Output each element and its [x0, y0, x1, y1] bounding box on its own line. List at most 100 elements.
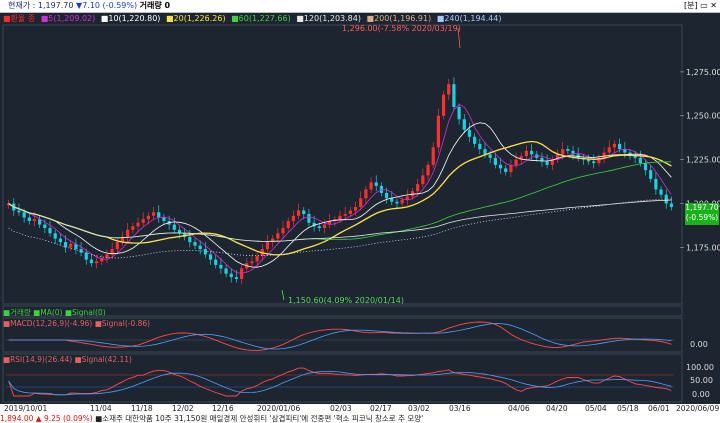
candle-body — [467, 129, 472, 137]
candle-body — [58, 238, 62, 243]
candle-body — [457, 106, 461, 120]
candle-body — [115, 242, 119, 250]
candle-body — [654, 178, 658, 190]
candle-body — [265, 242, 270, 250]
candle-body — [38, 219, 42, 225]
candle-body — [172, 224, 176, 230]
candle-body — [586, 159, 591, 162]
low-annotation-line — [281, 289, 285, 301]
candle-body — [136, 222, 140, 227]
candle-body — [612, 143, 617, 148]
date-label: 04/06 — [508, 404, 530, 413]
ticker-index-value: 1,894.00 ▲ — [0, 414, 42, 423]
candle-body — [188, 236, 192, 243]
candle-body — [473, 136, 477, 144]
candle-body — [63, 242, 68, 248]
candle-body — [229, 273, 233, 278]
rsi-marks — [6, 367, 674, 397]
candle-body — [17, 210, 21, 213]
candle-body — [529, 150, 534, 155]
date-label: 12/02 — [172, 404, 194, 413]
candle-body — [214, 259, 218, 265]
candle-body — [89, 259, 94, 264]
macd-legend: ■MACD(12,26,9)(-4.96) ■Signal(-0.86) — [3, 319, 151, 328]
candle-body — [431, 147, 435, 165]
candle-body — [95, 261, 99, 264]
candle-body — [504, 168, 508, 172]
candle-body — [281, 228, 285, 234]
date-label: 05/18 — [617, 404, 639, 413]
candle-body — [234, 277, 239, 279]
rsi-50-label: 50.00 — [690, 376, 713, 385]
price-tick-label: 1,275.00 — [686, 68, 720, 77]
candle-body — [633, 156, 637, 158]
rsi-legend: ■RSI(14,9)(26.44) ■Signal(42.11) — [3, 355, 132, 364]
rsi-100-label: 100.00 — [686, 363, 714, 372]
candle-body — [208, 254, 213, 260]
candle-body — [400, 199, 404, 204]
candle-body — [478, 143, 482, 150]
price-tick-label: 1,175.00 — [686, 243, 720, 252]
candle-body — [493, 157, 497, 165]
date-label: 02/17 — [370, 404, 392, 413]
date-label: 03/02 — [408, 404, 430, 413]
rsi-0-label: 0.00 — [692, 390, 710, 399]
candle-body — [131, 226, 135, 230]
ma20-line — [8, 140, 672, 256]
candle-body — [343, 214, 347, 216]
candle-body — [566, 149, 570, 151]
ma60-line — [8, 161, 672, 242]
candle-body — [84, 252, 88, 260]
date-label: 04/20 — [546, 404, 568, 413]
candle-body — [452, 84, 456, 107]
candle-body — [203, 249, 207, 255]
candle-body — [421, 175, 425, 185]
candle-body — [286, 221, 290, 229]
candle-body — [416, 184, 420, 192]
candle-body — [317, 226, 321, 229]
candle-body — [488, 154, 492, 158]
candle-body — [53, 233, 57, 239]
candle-body — [48, 228, 52, 234]
candle-body — [441, 94, 446, 116]
macd-zero-label: 0.00 — [690, 340, 708, 349]
candle-body — [105, 254, 109, 258]
candle-body — [43, 224, 47, 229]
candle-body — [390, 198, 394, 202]
ticker-news: ■소재주 대한약품 10주 31,150원 매일경제 안성휘티 '삼겹피티'에 … — [95, 414, 424, 423]
date-label: 11/18 — [131, 404, 153, 413]
candle-body — [250, 261, 254, 264]
price-tick-label: 1,225.00 — [686, 156, 720, 165]
candle-body — [602, 152, 606, 158]
candle-body — [162, 217, 166, 222]
current-price-tag: 1,197.70 (-0.59%) — [685, 203, 719, 225]
candle-body — [618, 143, 622, 150]
candle-body — [276, 233, 280, 239]
candle-body — [592, 161, 596, 164]
high-annotation: 1,296.00(-7.58% 2020/03/19) — [342, 24, 461, 33]
candle-body — [302, 210, 306, 215]
date-label: 2019/10/01 — [4, 404, 48, 413]
candle-body — [561, 149, 565, 155]
date-label: 05/04 — [585, 404, 607, 413]
candle-body — [436, 115, 440, 148]
date-label: 11/04 — [90, 404, 112, 413]
candle-body — [338, 215, 342, 220]
candle-body — [219, 264, 223, 269]
candle-body — [385, 192, 389, 199]
candle-body — [291, 215, 295, 222]
ticker-index-change: 9.25 (0.09%) — [43, 414, 93, 423]
candle-body — [462, 119, 466, 130]
candle-body — [322, 224, 327, 229]
candle-body — [146, 215, 151, 220]
date-label: 12/16 — [212, 404, 234, 413]
candle-body — [545, 161, 549, 165]
volume-legend: ■거래량 ■MA(0) ■Signal(0) — [3, 308, 106, 317]
candle-body — [524, 150, 529, 157]
price-panel-frame — [2, 24, 683, 305]
candle-body — [348, 210, 352, 215]
candle-body — [669, 203, 674, 207]
candle-body — [296, 210, 301, 216]
news-ticker[interactable]: 1,894.00 ▲ 9.25 (0.09%) ■소재주 대한약품 10주 31… — [0, 414, 720, 423]
price-tick-label: 1,250.00 — [686, 112, 720, 121]
